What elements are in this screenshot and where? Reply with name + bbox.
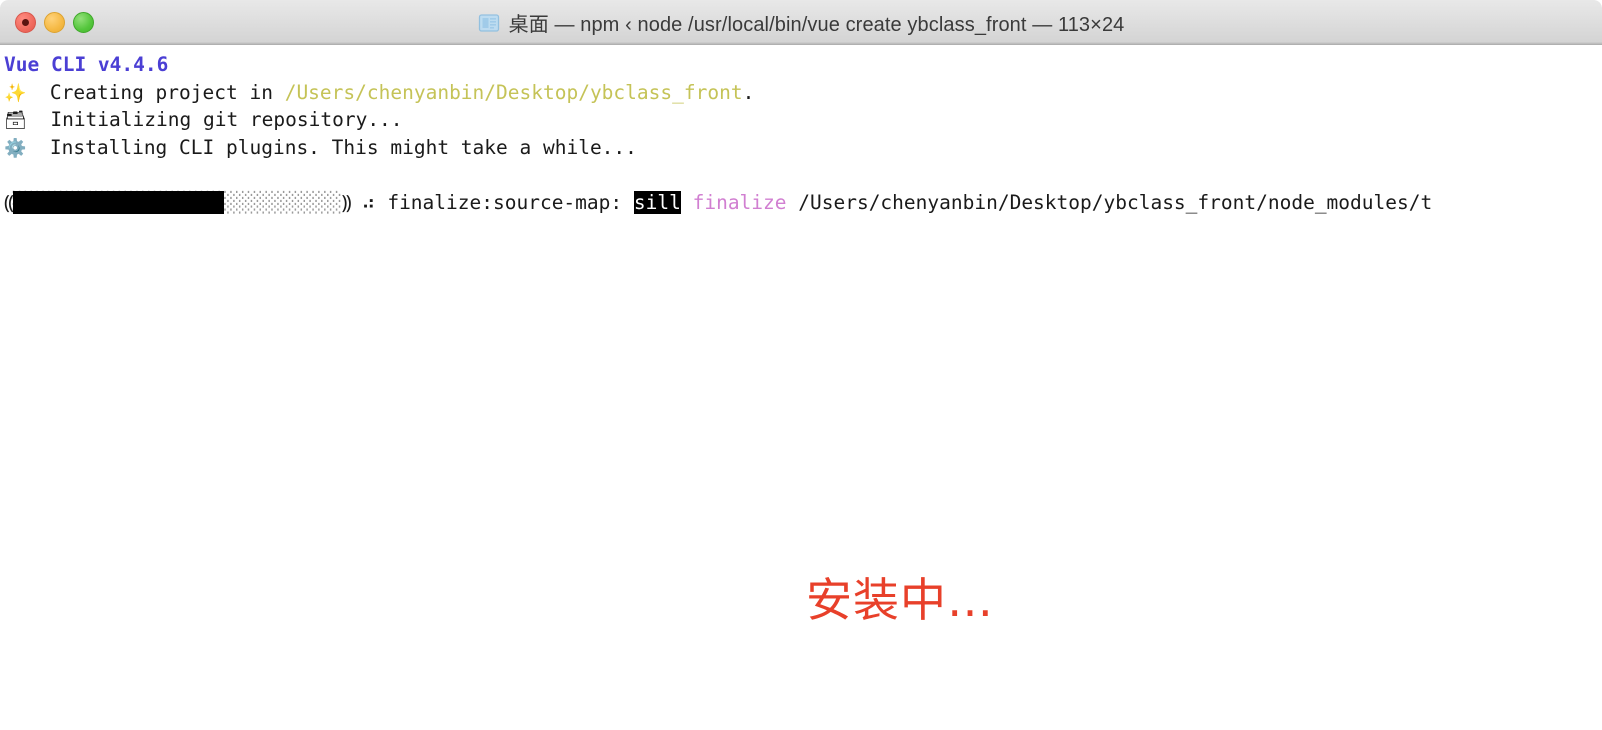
text-fill: ░░░░░░░░░░░░░░░░░░: [12, 190, 225, 214]
card-file-box-icon: 🗃: [4, 110, 27, 131]
text-vue: Vue CLI v4.4.6: [4, 53, 169, 76]
line-initializing-git: 🗃 Initializing git repository...: [4, 106, 1602, 134]
sparkles-icon: ✨: [4, 82, 27, 104]
text-default: [681, 191, 693, 214]
line-vue-cli-version: Vue CLI v4.4.6: [4, 51, 1602, 79]
annotation-installing-text: 安装中…: [806, 573, 994, 627]
line-progress: ⸨░░░░░░░░░░░░░░░░░░░░░░░░░░░░⸩ ⠴ finaliz…: [4, 189, 1602, 217]
window-title-text: 桌面 — npm ‹ node /usr/local/bin/vue creat…: [508, 14, 1125, 36]
window-title-group: 桌面 — npm ‹ node /usr/local/bin/vue creat…: [0, 0, 1602, 45]
text-default: Creating project in: [26, 80, 285, 104]
maximize-button[interactable]: [73, 12, 94, 33]
text-magenta: finalize: [692, 190, 787, 214]
window-traffic-lights: [15, 0, 94, 45]
line-creating-project: ✨ Creating project in /Users/chenyanbin/…: [4, 79, 1602, 107]
line-blank-1: [4, 161, 1602, 189]
terminal-output-area[interactable]: Vue CLI v4.4.6 ✨ Creating project in /Use…: [0, 45, 1602, 730]
text-inverse: sill: [633, 190, 681, 214]
close-button[interactable]: [15, 12, 36, 33]
text-default: Initializing git repository...: [26, 108, 403, 131]
line-installing-plugins: ⚙️ Installing CLI plugins. This might ta…: [4, 134, 1602, 162]
folder-document-icon: [478, 13, 499, 32]
gear-icon: ⚙️: [4, 137, 27, 159]
text-bracket: ⸩: [341, 190, 362, 214]
text-bracket: ⸨: [4, 190, 14, 214]
text-empty: ░░░░░░░░░░: [224, 190, 342, 214]
terminal-window: 桌面 — npm ‹ node /usr/local/bin/vue creat…: [0, 0, 1602, 730]
text-default: /Users/chenyanbin/Desktop/ybclass_front/…: [786, 190, 1433, 214]
text-default: .: [742, 80, 755, 104]
text-default: Installing CLI plugins. This might take …: [26, 135, 637, 159]
terminal-line-list: Vue CLI v4.4.6 ✨ Creating project in /Use…: [4, 51, 1602, 216]
window-title-bar[interactable]: 桌面 — npm ‹ node /usr/local/bin/vue creat…: [0, 0, 1602, 45]
text-path: /Users/chenyanbin/Desktop/ybclass_front: [284, 80, 743, 104]
text-default: ⠴: [361, 190, 388, 214]
minimize-button[interactable]: [44, 12, 65, 33]
text-default: finalize:source-map:: [387, 190, 634, 214]
